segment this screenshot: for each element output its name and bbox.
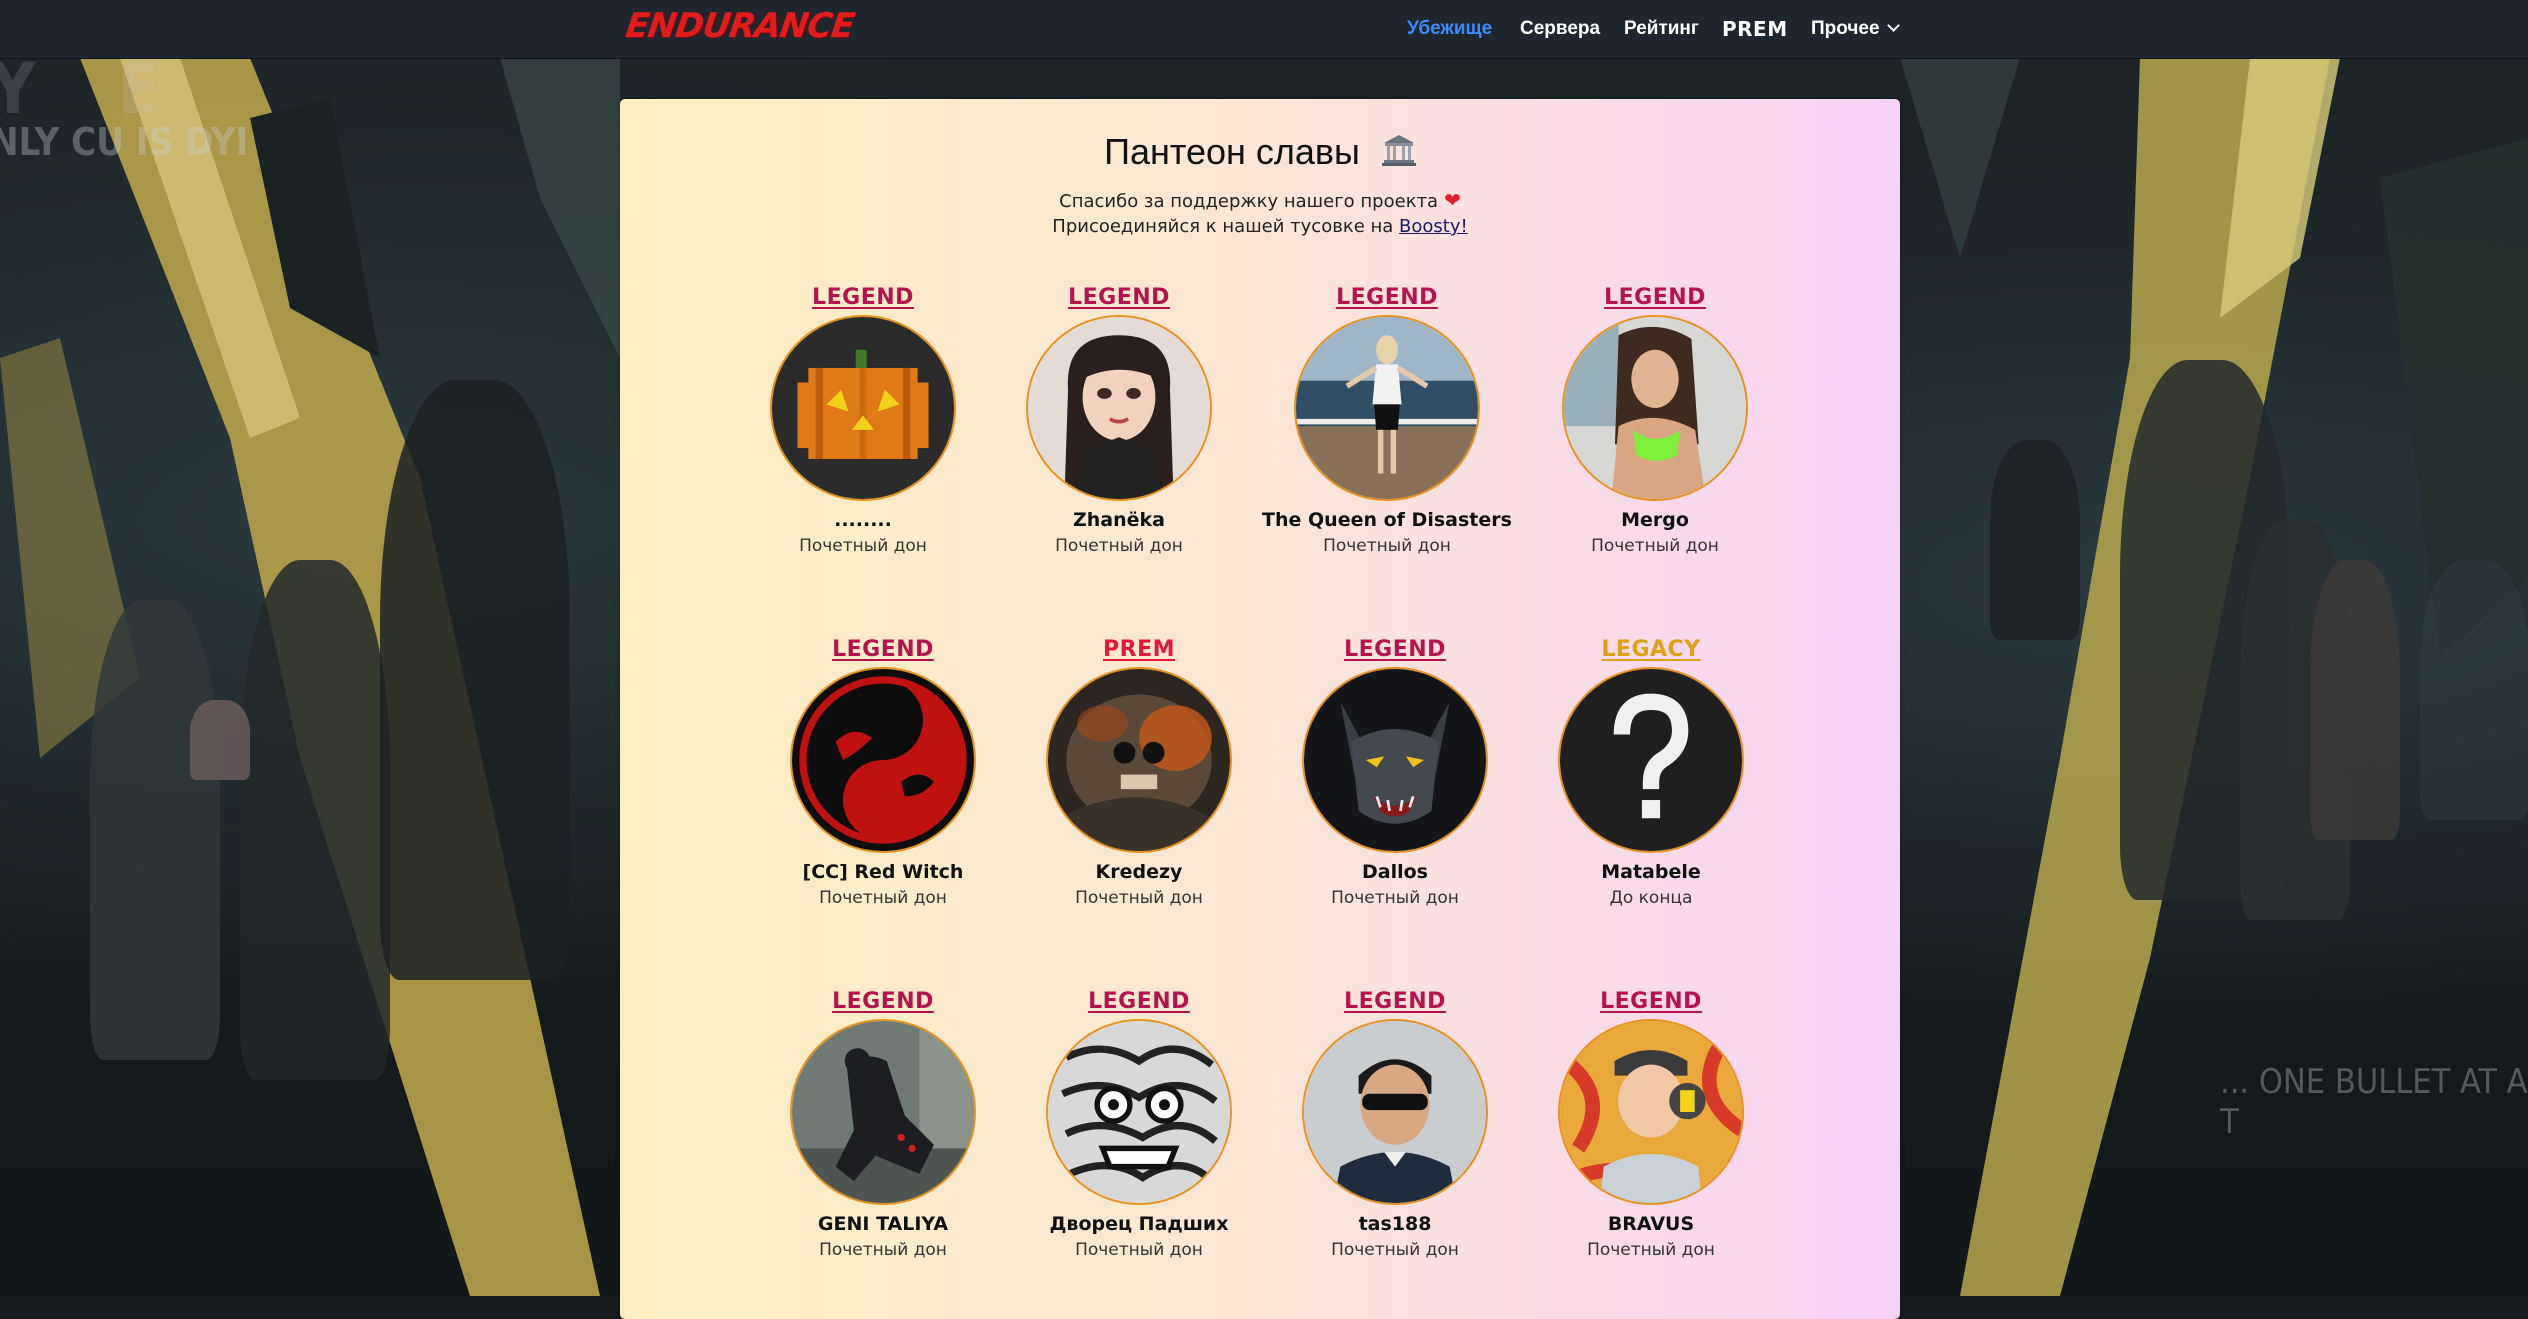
red-dragon-yinyang-avatar[interactable]: [790, 667, 976, 853]
donor-role: Почетный дон: [1075, 888, 1203, 908]
tier-badge-link[interactable]: LEGACY: [1521, 635, 1781, 665]
woman-on-pier-avatar[interactable]: [1294, 315, 1480, 501]
donor-name: The Queen of Disasters: [1262, 509, 1512, 531]
nav-link-servers[interactable]: Сервера: [1520, 0, 1600, 58]
wolf-avatar[interactable]: [1302, 667, 1488, 853]
thanks-line: Спасибо за поддержку нашего проекта ❤: [620, 188, 1900, 212]
donor-name: Mergo: [1621, 509, 1689, 531]
tier-badge-link[interactable]: LEGEND: [1265, 635, 1525, 665]
donor-role: Почетный дон: [1075, 1240, 1203, 1260]
donor-name: Zhanёka: [1073, 509, 1165, 531]
tier-badge-link[interactable]: LEGEND: [753, 987, 1013, 1017]
tier-badge-link[interactable]: LEGEND: [1265, 987, 1525, 1017]
donor-name: BRAVUS: [1607, 1213, 1695, 1235]
donor-role: Почетный дон: [819, 1240, 947, 1260]
donor-card: LEGEND BRAVUS Почетный дон: [1521, 987, 1781, 1260]
donor-name: ........: [834, 509, 892, 531]
tier-badge-link[interactable]: LEGEND: [1525, 283, 1785, 313]
donor-role: Почетный дон: [1331, 888, 1459, 908]
top-navbar: ENDURANCE Убежище Сервера Рейтинг PREM П…: [0, 0, 2528, 59]
headphones-man-avatar[interactable]: [1558, 1019, 1744, 1205]
hall-of-fame-panel: Пантеон славы Спасибо за поддержку нашег…: [620, 99, 1900, 1319]
nav-link-label[interactable]: Прочее: [1811, 18, 1880, 40]
donor-card: PREM Kredezy Почетный дон: [1009, 635, 1269, 908]
fire-skull-avatar[interactable]: [1046, 667, 1232, 853]
donor-card: LEGEND tas188 Почетный дон: [1265, 987, 1525, 1260]
tier-badge-link[interactable]: LEGEND: [1257, 283, 1517, 313]
nav-link-prem[interactable]: PREM: [1722, 0, 1788, 58]
bg-slogan-right: ... ONE BULLET AT A T: [2220, 1062, 2528, 1142]
nav-dropdown-other[interactable]: Прочее: [1811, 0, 1900, 58]
woman-portrait-avatar[interactable]: [1562, 315, 1748, 501]
tier-badge-link[interactable]: LEGEND: [1009, 987, 1269, 1017]
bg-letters: Y E: [0, 48, 191, 130]
donor-role: Почетный дон: [819, 888, 947, 908]
donor-name: Dallos: [1362, 861, 1428, 883]
site-logo[interactable]: ENDURANCE: [623, 6, 856, 46]
join-line: Присоединяйся к нашей тусовке на Boosty!: [620, 216, 1900, 237]
donor-card: LEGACY Matabele До конца: [1521, 635, 1781, 908]
red-heart-icon: ❤: [1444, 188, 1461, 212]
crouching-figure-avatar[interactable]: [790, 1019, 976, 1205]
donor-role: Почетный дон: [1591, 536, 1719, 556]
nav-link-ubezhishche[interactable]: Убежище: [1407, 0, 1492, 58]
donor-role: Почетный дон: [1587, 1240, 1715, 1260]
donor-role: Почетный дон: [1331, 1240, 1459, 1260]
donor-card: LEGEND Mergo Почетный дон: [1525, 283, 1785, 556]
tier-badge-link[interactable]: LEGEND: [1521, 987, 1781, 1017]
chevron-down-icon: [1886, 18, 1900, 32]
classical-building-icon: [1381, 133, 1416, 167]
donor-card: LEGEND Дворец Падших Почетный дон: [1009, 987, 1269, 1260]
tier-badge-link[interactable]: LEGEND: [753, 635, 1013, 665]
donor-role: Почетный дон: [799, 536, 927, 556]
anime-girl-avatar[interactable]: [1026, 315, 1212, 501]
donor-name: tas188: [1358, 1213, 1432, 1235]
donor-name: [CC] Red Witch: [802, 861, 964, 883]
nav-link-label[interactable]: Сервера: [1520, 18, 1600, 40]
donor-name: Matabele: [1601, 861, 1701, 883]
nav-link-label[interactable]: PREM: [1722, 17, 1788, 41]
tier-badge-link[interactable]: LEGEND: [733, 283, 993, 313]
join-text: Присоединяйся к нашей тусовке на: [1052, 216, 1394, 237]
tier-badge-link[interactable]: LEGEND: [989, 283, 1249, 313]
donor-card: LEGEND ........ Почетный дон: [733, 283, 993, 556]
donor-name: Дворец Падших: [1049, 1213, 1229, 1235]
pumpkin-avatar[interactable]: [770, 315, 956, 501]
nav-link-label[interactable]: Рейтинг: [1624, 18, 1699, 40]
donor-name: Kredezy: [1095, 861, 1183, 883]
donor-card: LEGEND The Queen of Disasters Почетный д…: [1257, 283, 1517, 556]
donor-card: LEGEND Zhanёka Почетный дон: [989, 283, 1249, 556]
thanks-text: Спасибо за поддержку нашего проекта: [1059, 191, 1439, 212]
boosty-link[interactable]: Boosty!: [1399, 216, 1468, 237]
question-mark-avatar[interactable]: [1558, 667, 1744, 853]
donor-card: LEGEND GENI TALIYA Почетный дон: [753, 987, 1013, 1260]
donor-role: До конца: [1609, 888, 1693, 908]
page-title-text: Пантеон славы: [1104, 131, 1360, 172]
nav-link-rating[interactable]: Рейтинг: [1624, 0, 1699, 58]
donor-role: Почетный дон: [1055, 536, 1183, 556]
page-title: Пантеон славы: [620, 131, 1900, 173]
monster-drawing-avatar[interactable]: [1046, 1019, 1232, 1205]
donor-card: LEGEND [CC] Red Witch Почетный дон: [753, 635, 1013, 908]
man-sunglasses-avatar[interactable]: [1302, 1019, 1488, 1205]
tier-badge-link[interactable]: PREM: [1009, 635, 1269, 665]
donor-role: Почетный дон: [1323, 536, 1451, 556]
donor-name: GENI TALIYA: [817, 1213, 949, 1235]
nav-link-label[interactable]: Убежище: [1407, 18, 1492, 40]
donor-card: LEGEND Dallos Почетный дон: [1265, 635, 1525, 908]
